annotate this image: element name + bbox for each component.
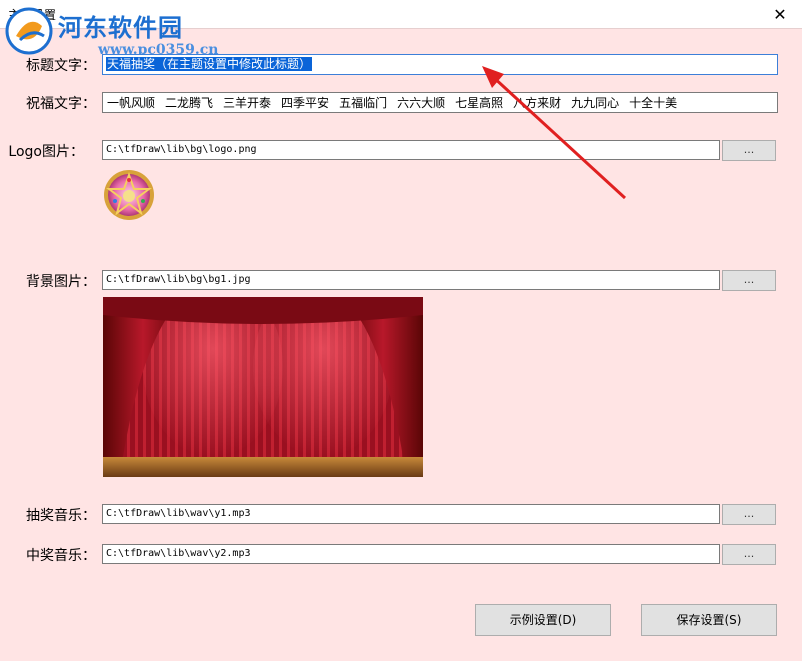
background-browse-button[interactable]: ... xyxy=(722,270,776,291)
title-input[interactable]: 天福抽奖（在主题设置中修改此标题） xyxy=(102,54,778,75)
close-icon[interactable]: ✕ xyxy=(758,0,802,28)
blessing-item: 四季平安 xyxy=(281,96,330,110)
win-music-path-input[interactable]: C:\tfDraw\lib\wav\y2.mp3 xyxy=(102,544,720,564)
blessing-item: 二龙腾飞 xyxy=(165,96,214,110)
blessing-item: 八方来财 xyxy=(513,96,562,110)
draw-music-browse-button[interactable]: ... xyxy=(722,504,776,525)
blessing-input[interactable]: 一帆风顺 二龙腾飞 三羊开泰 四季平安 五福临门 六六大顺 七星高照 八方来财 … xyxy=(102,92,778,113)
logo-path-input[interactable]: C:\tfDraw\lib\bg\logo.png xyxy=(102,140,720,160)
blessing-item: 九九同心 xyxy=(571,96,620,110)
logo-preview-icon xyxy=(104,170,154,220)
draw-music-label: 抽奖音乐： xyxy=(26,508,96,524)
blessing-item: 一帆风顺 xyxy=(107,96,156,110)
title-label: 标题文字： xyxy=(26,58,96,74)
win-music-browse-button[interactable]: ... xyxy=(722,544,776,565)
blessing-item: 十全十美 xyxy=(629,96,678,110)
blessing-item: 七星高照 xyxy=(455,96,504,110)
blessing-label: 祝福文字： xyxy=(26,96,96,112)
title-input-value: 天福抽奖（在主题设置中修改此标题） xyxy=(106,57,313,71)
watermark-name: 河东软件园 xyxy=(58,13,183,42)
save-settings-button[interactable]: 保存设置(S) xyxy=(641,604,777,636)
watermark-logo-icon xyxy=(5,7,53,55)
draw-music-path-input[interactable]: C:\tfDraw\lib\wav\y1.mp3 xyxy=(102,504,720,524)
example-settings-button[interactable]: 示例设置(D) xyxy=(475,604,611,636)
blessing-item: 六六大顺 xyxy=(397,96,446,110)
background-label: 背景图片： xyxy=(26,274,96,290)
win-music-label: 中奖音乐： xyxy=(26,548,96,564)
blessing-item: 三羊开泰 xyxy=(223,96,272,110)
logo-label: Logo图片： xyxy=(8,144,84,160)
annotation-arrow-icon xyxy=(482,66,627,200)
logo-browse-button[interactable]: ... xyxy=(722,140,776,161)
blessing-item: 五福临门 xyxy=(339,96,388,110)
stage-preview-image xyxy=(103,297,423,477)
background-path-input[interactable]: C:\tfDraw\lib\bg\bg1.jpg xyxy=(102,270,720,290)
watermark: 河东软件园 www.pc0359.cn xyxy=(0,2,220,62)
